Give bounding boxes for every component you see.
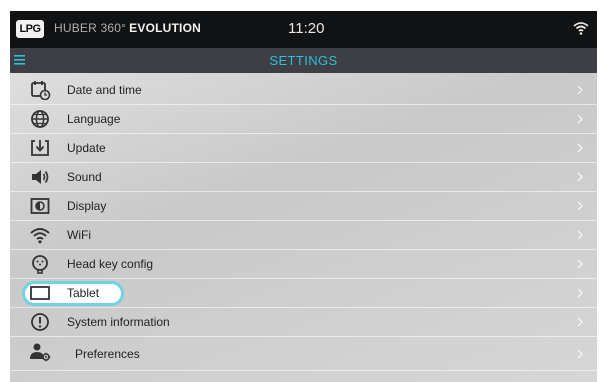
chevron-right-icon — [577, 230, 583, 240]
page-title: SETTINGS — [269, 53, 338, 68]
chevron-right-icon — [577, 114, 583, 124]
globe-icon — [31, 110, 49, 128]
settings-item-label: Update — [67, 141, 106, 155]
settings-item-preferences[interactable]: Preferences — [10, 337, 597, 371]
settings-item-system-information[interactable]: System information — [10, 308, 597, 337]
download-icon — [31, 140, 49, 156]
user-settings-icon — [30, 343, 51, 362]
tablet-icon — [30, 286, 50, 300]
settings-item-label: System information — [67, 315, 170, 329]
brand-name: HUBER 360° EVOLUTION — [54, 21, 201, 35]
screen: LPG HUBER 360°EVOLUTION 11:20 SETTINGS — [10, 11, 597, 382]
chevron-right-icon — [577, 317, 583, 327]
title-bar: SETTINGS — [10, 48, 597, 73]
settings-item-display[interactable]: Display — [10, 192, 597, 221]
settings-item-head-key-config[interactable]: Head key config — [10, 250, 597, 279]
wifi-icon — [30, 228, 50, 244]
settings-item-label: WiFi — [67, 228, 91, 242]
chevron-right-icon — [577, 259, 583, 269]
chevron-right-icon — [577, 201, 583, 211]
calendar-clock-icon — [31, 81, 51, 100]
clock: 11:20 — [288, 20, 325, 37]
chevron-right-icon — [577, 85, 583, 95]
settings-item-label: Sound — [67, 170, 102, 184]
chevron-right-icon — [577, 172, 583, 182]
wifi-icon — [573, 22, 589, 35]
settings-item-date-and-time[interactable]: Date and time — [10, 76, 597, 105]
info-icon — [31, 313, 49, 331]
settings-item-label: Date and time — [67, 83, 142, 97]
settings-item-label: Head key config — [67, 257, 154, 271]
settings-item-label: Language — [67, 112, 121, 126]
device-frame: LPG HUBER 360°EVOLUTION 11:20 SETTINGS — [0, 0, 606, 382]
head-key-icon — [32, 255, 48, 274]
brand-model: EVOLUTION — [129, 21, 201, 35]
settings-item-tablet[interactable]: Tablet — [10, 279, 597, 308]
speaker-icon — [32, 170, 49, 184]
status-bar: LPG HUBER 360° EVOLUTION 11:20 — [10, 11, 597, 48]
settings-item-wifi[interactable]: WiFi — [10, 221, 597, 250]
lpg-logo: LPG — [16, 20, 44, 38]
chevron-right-icon — [577, 143, 583, 153]
brand-prefix: HUBER 360° — [54, 21, 127, 35]
chevron-right-icon — [577, 349, 583, 359]
chevron-right-icon — [577, 288, 583, 298]
settings-item-language[interactable]: Language — [10, 105, 597, 134]
settings-item-label: Tablet — [67, 286, 100, 300]
settings-item-sound[interactable]: Sound — [10, 163, 597, 192]
settings-item-label: Preferences — [75, 347, 140, 361]
settings-item-label: Display — [67, 199, 107, 213]
display-icon — [30, 198, 50, 214]
settings-item-update[interactable]: Update — [10, 134, 597, 163]
